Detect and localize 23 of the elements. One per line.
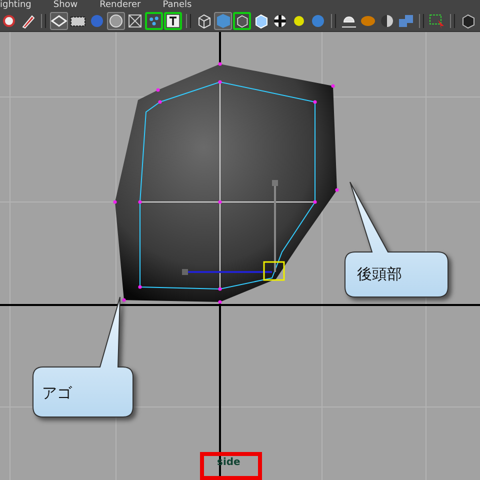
menu-item[interactable]: Show	[53, 0, 78, 11]
toolbar-button[interactable]	[126, 12, 144, 30]
select-icon	[429, 13, 445, 29]
text-icon	[166, 13, 180, 29]
pencil-icon	[20, 13, 36, 29]
menu-item[interactable]: Panels	[162, 0, 192, 11]
toolbar-button[interactable]	[378, 12, 396, 30]
toolbar-button[interactable]	[0, 12, 18, 30]
toolbar-button[interactable]	[164, 12, 182, 30]
move-manipulator[interactable]	[182, 180, 285, 281]
circle-icon	[1, 13, 17, 29]
menu-item[interactable]: ighting	[0, 0, 32, 11]
cubes-icon	[398, 13, 414, 29]
checker-sphere-icon	[272, 13, 288, 29]
toolbar-button[interactable]	[233, 12, 251, 30]
toolbar-button[interactable]	[271, 12, 289, 30]
highlight-frame	[200, 452, 262, 480]
callout-text: アゴ	[42, 384, 72, 403]
callout-text: 後頭部	[357, 265, 402, 284]
circle-icon	[108, 13, 124, 29]
menu-item[interactable]: Renderer	[100, 0, 141, 11]
wireframe-cube-icon	[196, 13, 212, 29]
grid-icon	[127, 13, 143, 29]
